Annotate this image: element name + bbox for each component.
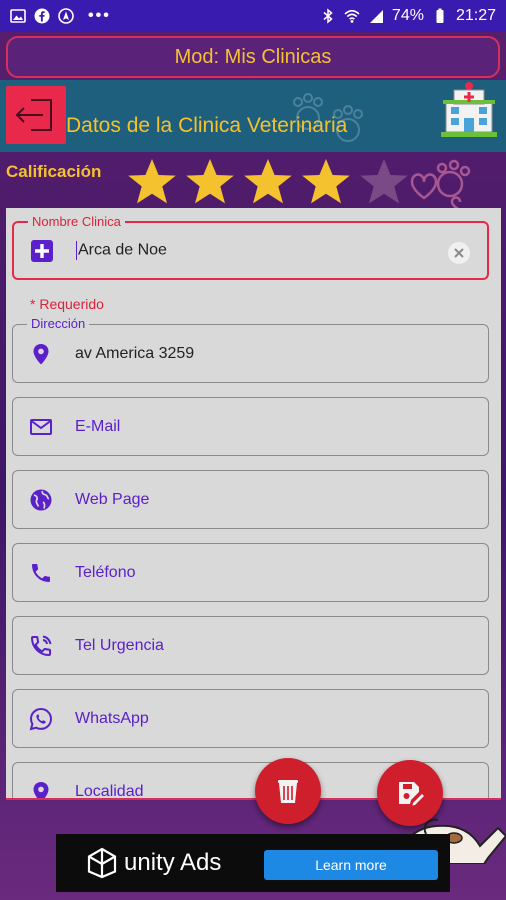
clinic-name-input[interactable]: Arca de Noe <box>78 242 167 259</box>
whatsapp-field[interactable]: WhatsApp <box>12 689 489 748</box>
rating-row: Calificación <box>0 152 506 210</box>
delete-button[interactable] <box>255 758 321 824</box>
signal-icon <box>369 10 383 23</box>
required-error: * Requerido <box>30 296 104 312</box>
star-filled-icon[interactable] <box>300 156 352 208</box>
clinic-name-legend: Nombre Clinica <box>28 215 125 229</box>
unity-logo-icon <box>87 847 117 879</box>
clinic-name-field[interactable]: Nombre Clinica Arca de Noe <box>12 215 489 280</box>
clinic-form: Nombre Clinica Arca de Noe * Requerido D… <box>6 208 501 800</box>
battery-icon <box>436 8 444 23</box>
medical-cross-icon <box>30 239 54 263</box>
star-filled-icon[interactable] <box>242 156 294 208</box>
star-filled-icon[interactable] <box>184 156 236 208</box>
clinic-building-icon <box>441 82 497 137</box>
phone-field[interactable]: Teléfono <box>12 543 489 602</box>
navigation-icon <box>58 8 74 24</box>
globe-icon <box>29 488 53 512</box>
rating-label: Calificación <box>6 162 102 181</box>
web-page-field[interactable]: Web Page <box>12 470 489 529</box>
address-field[interactable]: Dirección av America 3259 <box>12 317 489 383</box>
whatsapp-input[interactable]: WhatsApp <box>75 710 149 728</box>
status-bar: ••• 74% 21:27 <box>0 0 506 32</box>
address-legend: Dirección <box>27 317 90 331</box>
paw-hearts-decoration <box>410 159 471 210</box>
location-pin-icon <box>29 342 53 366</box>
more-dots-icon: ••• <box>88 7 111 24</box>
trash-icon <box>278 780 298 803</box>
module-title-bar: Mod: Mis Clinicas <box>6 36 500 78</box>
gallery-icon <box>10 9 26 23</box>
clear-icon[interactable] <box>447 241 471 265</box>
ad-banner[interactable]: unity Ads Learn more <box>56 834 450 892</box>
page-title: Datos de la Clinica Veterinaria <box>66 114 348 137</box>
whatsapp-icon <box>29 707 53 731</box>
phone-icon <box>29 561 53 585</box>
exit-icon <box>15 99 52 131</box>
text-cursor <box>76 241 77 260</box>
bluetooth-icon <box>323 8 333 24</box>
email-icon <box>29 415 53 439</box>
ad-learn-more-button[interactable]: Learn more <box>264 850 438 880</box>
battery-percent: 74% <box>391 7 424 24</box>
email-field[interactable]: E-Mail <box>12 397 489 456</box>
save-edit-icon <box>399 782 424 806</box>
emergency-phone-field[interactable]: Tel Urgencia <box>12 616 489 675</box>
save-button[interactable] <box>377 760 443 826</box>
address-input[interactable]: av America 3259 <box>75 345 194 363</box>
exit-button[interactable] <box>6 86 66 144</box>
emergency-phone-input[interactable]: Tel Urgencia <box>75 637 164 655</box>
clock: 21:27 <box>455 7 496 24</box>
location-pin-icon <box>29 780 53 798</box>
wifi-icon <box>344 9 360 23</box>
module-title: Mod: Mis Clinicas <box>174 45 332 68</box>
header-band: Datos de la Clinica Veterinaria <box>0 80 506 152</box>
locality-input[interactable]: Localidad <box>75 783 144 799</box>
facebook-icon <box>34 8 50 24</box>
star-filled-icon[interactable] <box>126 156 178 208</box>
email-input[interactable]: E-Mail <box>75 418 120 436</box>
phone-input[interactable]: Teléfono <box>75 564 136 582</box>
phone-forwarded-icon <box>29 634 53 658</box>
web-page-input[interactable]: Web Page <box>75 491 149 509</box>
ad-brand: unity Ads <box>124 849 222 876</box>
